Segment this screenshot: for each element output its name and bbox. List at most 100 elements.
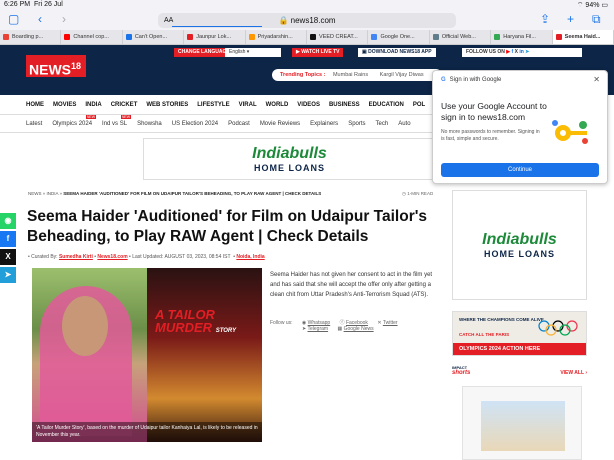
follow-twitter[interactable]: ✕ Twitter — [377, 320, 397, 326]
x-share-icon[interactable]: X — [0, 249, 16, 265]
download-app-button[interactable]: ▣ DOWNLOAD NEWS18 APP — [358, 48, 436, 57]
tab-label: Boarding p... — [12, 34, 44, 40]
browser-tab[interactable]: Google One... — [368, 30, 430, 44]
subnav-item[interactable]: Showsha — [137, 121, 162, 127]
browser-tab[interactable]: Priyadarshin... — [246, 30, 308, 44]
nav-item-lifestyle[interactable]: LIFESTYLE — [197, 102, 229, 108]
x-icon[interactable]: X — [515, 49, 518, 55]
subnav-item[interactable]: Olympics 2024 — [52, 114, 96, 127]
browser-toolbar: ▢ ‹ › AA 🔒 news18.com ⇪ + ⧉ — [0, 10, 614, 30]
tab-favicon-icon — [125, 34, 132, 40]
image-caption: 'A Tailor Murder Story', based on the mu… — [32, 422, 262, 442]
follow-telegram[interactable]: ➤ Telegram — [302, 326, 328, 332]
address-bar[interactable]: AA 🔒 news18.com — [158, 13, 456, 28]
tab-label: Google One... — [380, 34, 415, 40]
load-progress-bar — [172, 26, 262, 27]
subnav-item[interactable]: Auto — [398, 121, 410, 127]
nav-item-pol[interactable]: POL — [413, 102, 425, 108]
nav-item-education[interactable]: EDUCATION — [369, 102, 404, 108]
back-icon[interactable]: ‹ — [38, 12, 42, 26]
browser-tab[interactable]: Official Web... — [430, 30, 492, 44]
nav-item-india[interactable]: INDIA — [85, 102, 101, 108]
source-link[interactable]: News18.com — [97, 254, 127, 260]
nav-item-videos[interactable]: VIDEOS — [297, 102, 320, 108]
olympic-rings-icon — [538, 320, 578, 336]
browser-tab[interactable]: Boarding p... — [0, 30, 62, 44]
new-tab-icon[interactable]: + — [567, 12, 574, 26]
youtube-icon[interactable]: ▶ — [506, 49, 510, 55]
movie-poster: A TAILOR MURDER STORY — [147, 268, 262, 442]
ad-brand: Indiabulls — [482, 231, 557, 248]
subnav-item[interactable]: Ind vs SL — [102, 114, 132, 127]
close-icon[interactable]: ✕ — [593, 75, 600, 84]
article-title: Seema Haider 'Auditioned' for Film on Ud… — [27, 208, 428, 245]
tab-label: Can't Open... — [134, 34, 168, 40]
follow-google-news[interactable]: ▦ Google News — [337, 326, 373, 332]
tab-favicon-icon — [187, 34, 194, 40]
language-select[interactable]: English ▾ — [225, 48, 281, 57]
poster-title: A TAILOR MURDER STORY — [155, 307, 237, 335]
browser-tab[interactable]: Seema Haid... — [552, 30, 614, 44]
google-signin-popup: G Sign in with Google ✕ Use your Google A… — [432, 70, 608, 184]
nav-item-movies[interactable]: MOVIES — [53, 102, 76, 108]
olympics-ad-subtitle: CATCH ALL THE PARIS — [459, 332, 510, 337]
view-all-link[interactable]: VIEW ALL › — [560, 370, 587, 376]
telegram-icon[interactable]: ➤ — [525, 49, 529, 55]
breadcrumb-link[interactable]: INDIA — [47, 191, 59, 196]
telegram-share-icon[interactable]: ➤ — [0, 267, 16, 283]
breadcrumb-link[interactable]: NEWS — [28, 191, 42, 196]
location-link[interactable]: Noida, India — [236, 254, 264, 260]
browser-tab[interactable]: Channel cop... — [61, 30, 123, 44]
tab-favicon-icon — [310, 34, 317, 40]
author-link[interactable]: Sumedha Kirti — [59, 254, 93, 260]
tab-label: VEED CREAT... — [319, 34, 358, 40]
watch-live-button[interactable]: ▶ WATCH LIVE TV — [292, 48, 344, 57]
subnav-item[interactable]: Latest — [26, 121, 42, 127]
tab-label: Jaunpur Lok... — [196, 34, 232, 40]
subnav-item[interactable]: Movie Reviews — [260, 121, 300, 127]
news18-logo[interactable]: NEWS18 — [26, 55, 86, 78]
sidebar-toggle-icon[interactable]: ▢ — [8, 12, 19, 26]
browser-tab[interactable]: Jaunpur Lok... — [184, 30, 246, 44]
facebook-icon[interactable]: f — [512, 49, 514, 55]
nav-item-web-stories[interactable]: WEB STORIES — [146, 102, 188, 108]
nav-item-viral[interactable]: VIRAL — [239, 102, 257, 108]
tab-overview-icon[interactable]: ⧉ — [592, 12, 601, 26]
browser-tab[interactable]: VEED CREAT... — [307, 30, 369, 44]
nav-item-world[interactable]: WORLD — [266, 102, 289, 108]
url-text: news18.com — [290, 16, 336, 25]
tab-label: Haryana Fil... — [503, 34, 536, 40]
trending-topic[interactable]: Mumbai Rains — [333, 72, 368, 78]
updated-date: AUGUST 03, 2023, 08:54 IST — [164, 254, 231, 260]
olympics-ad[interactable]: WHERE THE CHAMPIONS COME ALIVE CATCH ALL… — [452, 311, 587, 356]
subnav-item[interactable]: Tech — [376, 121, 389, 127]
ad-product: HOME LOANS — [253, 163, 325, 173]
continue-button[interactable]: Continue — [441, 163, 599, 177]
subnav-item[interactable]: US Election 2024 — [172, 121, 218, 127]
tab-favicon-icon — [248, 34, 255, 40]
article-hero-image: A TAILOR MURDER STORY 'A Tailor Murder St… — [32, 268, 262, 442]
trending-topic[interactable]: Kargil Vijay Diwas — [380, 72, 424, 78]
main-nav: HOME MOVIES INDIA CRICKET WEB STORIES LIFESTY… — [0, 95, 440, 115]
follow-us-row: Follow us: ◉ Whatsapp ⓕ Facebook ✕ Twitt… — [270, 319, 440, 332]
whatsapp-share-icon[interactable]: ◉ — [0, 213, 16, 229]
browser-tab[interactable]: Can't Open... — [123, 30, 185, 44]
facebook-share-icon[interactable]: f — [0, 231, 16, 247]
sub-nav: Latest Olympics 2024 Ind vs SL Showsha US El… — [0, 114, 440, 133]
tab-favicon-icon — [555, 34, 562, 40]
linkedin-icon[interactable]: in — [519, 49, 523, 55]
subnav-item[interactable]: Explainers — [310, 121, 338, 127]
browser-tab[interactable]: Haryana Fil... — [491, 30, 553, 44]
top-ad-banner[interactable]: Indiabulls HOME LOANS — [143, 138, 436, 180]
subnav-item[interactable]: Podcast — [228, 121, 250, 127]
tab-label: Priyadarshin... — [257, 34, 293, 40]
sidebar-ad[interactable]: Indiabulls HOME LOANS — [452, 190, 587, 300]
shorts-thumbnail[interactable] — [462, 386, 582, 460]
nav-item-business[interactable]: BUSINESS — [329, 102, 360, 108]
forward-icon[interactable]: › — [62, 12, 66, 26]
subnav-item[interactable]: Sports — [348, 121, 365, 127]
keys-illustration-icon — [552, 120, 588, 144]
nav-item-cricket[interactable]: CRICKET — [111, 102, 138, 108]
nav-item-home[interactable]: HOME — [26, 102, 44, 108]
share-icon[interactable]: ⇪ — [540, 12, 550, 26]
